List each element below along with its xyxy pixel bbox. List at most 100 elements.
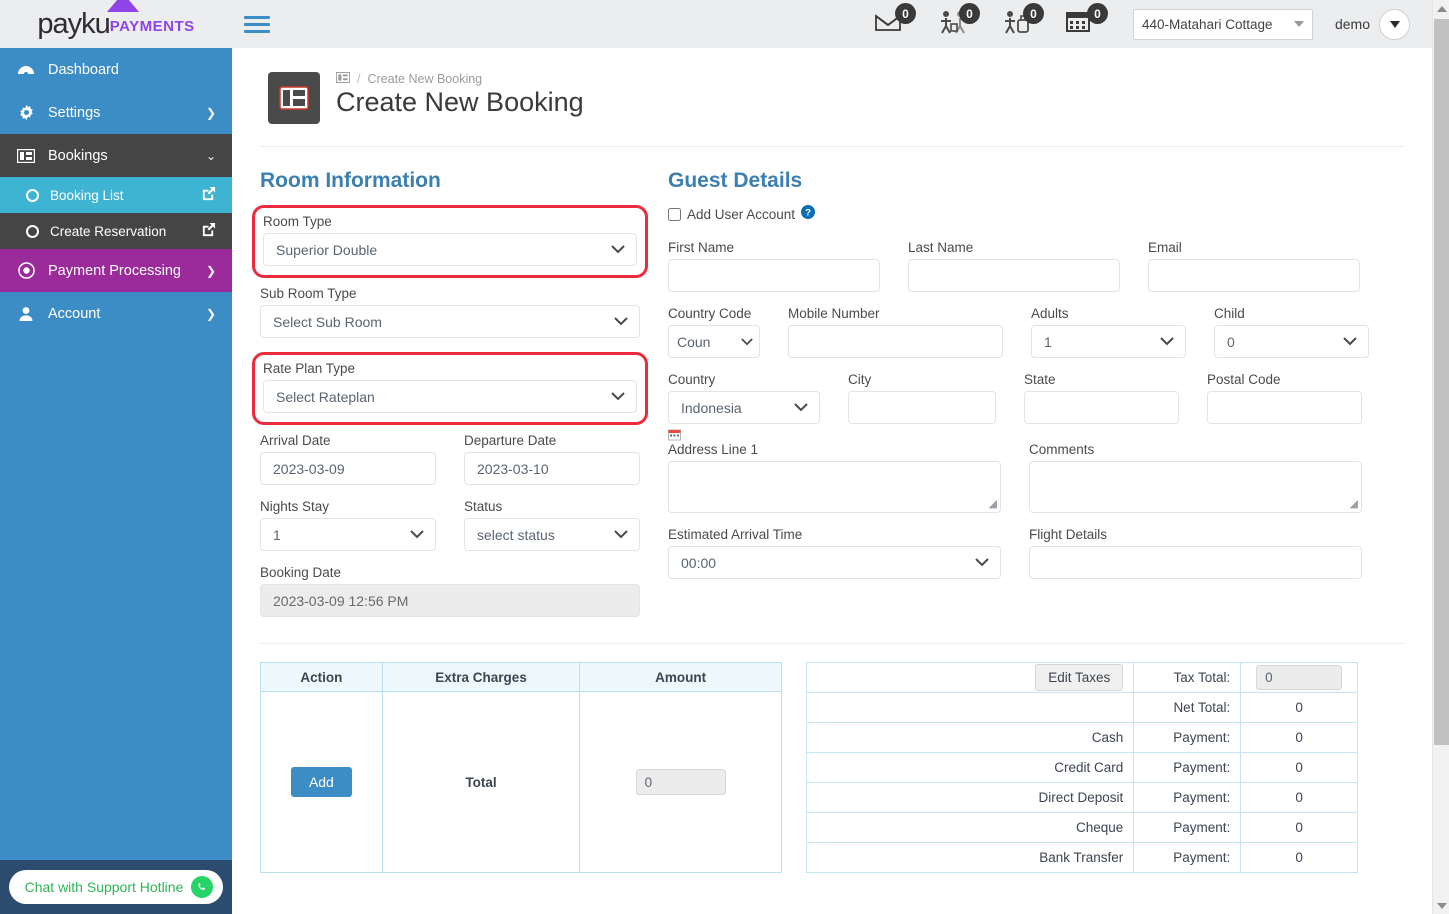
add-charge-button[interactable]: Add [290, 767, 352, 797]
arrival-date-group: Arrival Date 2023-03-09 [260, 433, 436, 485]
rate-plan-highlight: Rate Plan Type Select Rateplan [252, 352, 648, 425]
eta-select[interactable]: 00:00 [668, 546, 1001, 579]
country-code-select[interactable]: Coun [668, 325, 760, 358]
nights-stay-select[interactable]: 1 [260, 518, 436, 551]
city-input[interactable] [848, 391, 996, 424]
sidebar-item-account[interactable]: Account ❯ [0, 292, 232, 335]
name-email-row: First Name Last Name Email [668, 240, 1404, 292]
table-row: Add Total 0 [260, 691, 782, 873]
cell-kind: Payment: [1133, 812, 1242, 843]
sidebar-item-create-reservation[interactable]: Create Reservation [0, 213, 232, 249]
scroll-down-button[interactable] [1433, 897, 1449, 914]
sidebar-item-dashboard[interactable]: Dashboard [0, 48, 232, 91]
circle-icon [26, 188, 39, 202]
comments-textarea[interactable]: ◢ [1029, 461, 1362, 513]
city-group: City [848, 372, 996, 424]
status-value: select status [464, 518, 640, 551]
room-type-select[interactable]: Superior Double [263, 233, 637, 266]
support-chat-widget[interactable]: Chat with Support Hotline [0, 860, 232, 914]
child-group: Child 0 [1214, 306, 1369, 358]
bottom-tables: Action Extra Charges Amount Add Total 0 [232, 644, 1432, 873]
calendar-icon[interactable]: 0 [1065, 3, 1108, 39]
sidebar-item-label: Settings [48, 104, 101, 121]
logo-triangle-icon [107, 0, 140, 12]
sidebar-chevron: ⌄ [205, 148, 216, 163]
arrival-date-input[interactable]: 2023-03-09 [260, 452, 436, 485]
first-name-label: First Name [668, 240, 735, 255]
page-scrollbar[interactable] [1432, 0, 1449, 914]
check-in-icon[interactable]: 0 [937, 3, 980, 39]
check-out-icon[interactable]: 0 [1001, 3, 1044, 39]
chat-button[interactable]: Chat with Support Hotline [8, 870, 224, 904]
country-select[interactable]: Indonesia [668, 391, 820, 424]
adults-value: 1 [1031, 325, 1186, 358]
first-name-input[interactable] [668, 259, 880, 292]
cell-method: Direct Deposit [805, 782, 1135, 813]
external-link-icon [201, 186, 216, 204]
child-value: 0 [1214, 325, 1369, 358]
nights-status-row: Nights Stay 1 Status select status [260, 499, 640, 551]
resize-grip-icon[interactable]: ◢ [989, 497, 997, 510]
sidebar-item-payment-processing[interactable]: Payment Processing ❯ [0, 249, 232, 292]
table-row: Credit Card Payment: 0 [805, 752, 1358, 783]
brand-logo[interactable]: payku PAYMENTS [0, 0, 232, 48]
booking-date-value: 2023-03-09 12:56 PM [260, 584, 640, 617]
user-icon [16, 306, 36, 322]
col-extra-charges: Extra Charges [381, 662, 581, 692]
scrollbar-thumb[interactable] [1434, 19, 1449, 745]
hamburger-icon[interactable] [244, 11, 270, 37]
breadcrumb-current[interactable]: Create New Booking [367, 72, 482, 86]
sidebar-item-bookings[interactable]: Bookings ⌄ [0, 134, 232, 177]
departure-date-input[interactable]: 2023-03-10 [464, 452, 640, 485]
contact-occupancy-row: Country Code Coun Mobile Number Adults 1… [668, 306, 1404, 358]
comments-group: Comments ◢ [1029, 428, 1362, 513]
sub-room-type-select[interactable]: Select Sub Room [260, 305, 640, 338]
status-select[interactable]: select status [464, 518, 640, 551]
flight-details-input[interactable] [1029, 546, 1362, 579]
sidebar-subitem-label: Booking List [50, 187, 124, 203]
table-row-net-total: Net Total: 0 [805, 692, 1358, 723]
resize-grip-icon[interactable]: ◢ [1350, 497, 1358, 510]
scroll-up-button[interactable] [1433, 0, 1449, 17]
add-user-account-label: Add User Account [687, 207, 796, 222]
cell-tax-total-value: 0 [1240, 662, 1358, 693]
email-input[interactable] [1148, 259, 1360, 292]
target-icon [16, 262, 36, 279]
user-menu-toggle[interactable] [1379, 8, 1410, 40]
cell-net-total-value: 0 [1240, 692, 1358, 723]
last-name-input[interactable] [908, 259, 1120, 292]
edit-taxes-button[interactable]: Edit Taxes [1035, 664, 1124, 691]
top-bar: payku PAYMENTS 0 0 0 0 440-Matahari Cott… [0, 0, 1432, 48]
mobile-number-group: Mobile Number [788, 306, 1003, 358]
sidebar-item-booking-list[interactable]: Booking List [0, 177, 232, 213]
country-code-label: Country Code [668, 306, 752, 321]
adults-select[interactable]: 1 [1031, 325, 1186, 358]
booking-date-group: Booking Date 2023-03-09 12:56 PM [260, 565, 640, 617]
state-input[interactable] [1024, 391, 1179, 424]
mail-icon[interactable]: 0 [873, 3, 916, 39]
guest-details-title: Guest Details [668, 169, 803, 192]
sidebar-item-settings[interactable]: Settings ❯ [0, 91, 232, 134]
table-row: Cheque Payment: 0 [805, 812, 1358, 843]
address-line-textarea[interactable]: ◢ [668, 461, 1001, 513]
add-user-account-checkbox[interactable] [668, 208, 681, 221]
postal-code-input[interactable] [1207, 391, 1362, 424]
comments-label: Comments [1029, 442, 1095, 457]
rate-plan-select[interactable]: Select Rateplan [263, 380, 637, 413]
postal-code-group: Postal Code [1207, 372, 1362, 424]
flight-details-label: Flight Details [1029, 527, 1108, 542]
eta-flight-row: Estimated Arrival Time 00:00 Flight Deta… [668, 527, 1404, 579]
property-selector[interactable]: 440-Matahari Cottage [1132, 8, 1313, 40]
col-amount: Amount [579, 662, 782, 692]
mobile-number-input[interactable] [788, 325, 1003, 358]
cell-value: 0 [1240, 842, 1358, 873]
user-menu[interactable]: demo [1334, 8, 1410, 40]
child-select[interactable]: 0 [1214, 325, 1369, 358]
bookings-icon [16, 148, 36, 163]
help-circle-icon[interactable]: ? [801, 205, 816, 224]
country-group: Country Indonesia [668, 372, 820, 424]
mail-badge: 0 [894, 3, 916, 24]
page-header: / Create New Booking Create New Booking [232, 48, 1432, 124]
user-menu-name: demo [1334, 16, 1370, 32]
cell-total-amount: 0 [579, 691, 782, 873]
